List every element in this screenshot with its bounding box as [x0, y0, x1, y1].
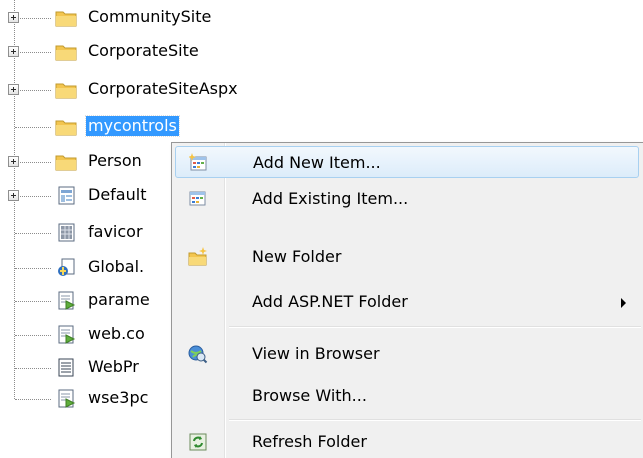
- add-new-item-icon: [188, 153, 209, 173]
- menu-item-label: New Folder: [252, 247, 342, 266]
- tree-item-label: mycontrols: [85, 115, 180, 137]
- tree-item-label: CorporateSite: [88, 41, 199, 60]
- tree-item-label: parame: [88, 290, 150, 309]
- refresh-icon: [188, 432, 208, 452]
- tree-item-communitysite[interactable]: CommunitySite: [0, 4, 260, 32]
- menu-separator: [229, 419, 641, 421]
- expand-icon[interactable]: [8, 84, 19, 95]
- text-file-icon: [55, 358, 77, 377]
- menu-item-label: Browse With...: [252, 386, 367, 405]
- menu-item-label: Add Existing Item...: [252, 189, 409, 208]
- expand-icon[interactable]: [8, 190, 19, 201]
- folder-icon: [55, 8, 77, 27]
- menu-item-view-in-browser[interactable]: View in Browser: [175, 338, 639, 370]
- folder-icon: [55, 42, 77, 61]
- icon-file-icon: [55, 223, 77, 242]
- tree-item-label: Person: [88, 151, 142, 170]
- tree-item-label: CommunitySite: [88, 7, 212, 26]
- menu-separator: [229, 326, 641, 328]
- tree-item-label: favicor: [88, 222, 143, 241]
- menu-item-new-folder[interactable]: New Folder: [175, 241, 639, 273]
- folder-icon: [55, 117, 77, 136]
- folder-icon: [55, 152, 77, 171]
- config-file-icon: [55, 291, 77, 310]
- menu-item-add-new-item[interactable]: Add New Item...: [175, 146, 639, 178]
- tree-item-mycontrols[interactable]: mycontrols: [0, 113, 260, 141]
- tree-item-label: Default: [88, 185, 147, 204]
- global-asax-icon: [55, 258, 77, 277]
- expand-icon[interactable]: [8, 156, 19, 167]
- tree-item-label: wse3pc: [88, 388, 149, 407]
- view-in-browser-icon: [188, 344, 208, 364]
- add-existing-item-icon: [188, 189, 208, 209]
- tree-item-corporatesiteaspx[interactable]: CorporateSiteAspx: [0, 76, 260, 104]
- menu-item-browse-with[interactable]: Browse With...: [175, 380, 639, 412]
- menu-item-label: Add ASP.NET Folder: [252, 292, 408, 311]
- new-folder-icon: [188, 247, 208, 267]
- tree-item-corporatesite[interactable]: CorporateSite: [0, 38, 260, 66]
- aspx-page-icon: [55, 186, 77, 205]
- menu-item-label: Refresh Folder: [252, 432, 367, 451]
- tree-item-label: web.co: [88, 324, 145, 343]
- menu-item-label: View in Browser: [252, 344, 380, 363]
- folder-icon: [55, 80, 77, 99]
- submenu-arrow-icon: [621, 298, 626, 308]
- expand-icon[interactable]: [8, 46, 19, 57]
- tree-item-label: Global.: [88, 257, 145, 276]
- config-file-icon: [55, 325, 77, 344]
- menu-item-label: Add New Item...: [253, 153, 381, 172]
- context-menu: Add New Item... Add Existing Item... New…: [171, 142, 643, 458]
- tree-item-label: CorporateSiteAspx: [88, 79, 238, 98]
- menu-item-add-aspnet-folder[interactable]: Add ASP.NET Folder: [175, 286, 639, 318]
- expand-icon[interactable]: [8, 12, 19, 23]
- config-file-icon: [55, 389, 77, 408]
- tree-item-label: WebPr: [88, 357, 139, 376]
- menu-item-add-existing-item[interactable]: Add Existing Item...: [175, 183, 639, 215]
- menu-item-refresh-folder[interactable]: Refresh Folder: [175, 426, 639, 458]
